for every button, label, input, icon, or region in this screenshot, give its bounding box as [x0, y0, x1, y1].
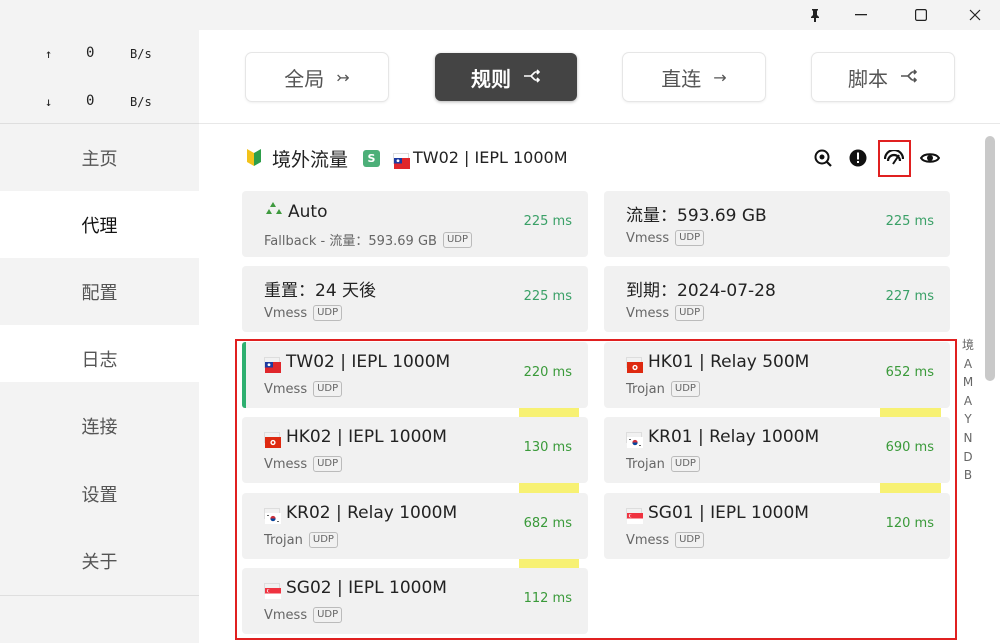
proxy-type: Vmess UDP	[264, 305, 343, 321]
title-bar	[0, 0, 1000, 30]
upload-speed-unit: B/s	[130, 47, 152, 61]
pin-icon[interactable]	[792, 0, 838, 30]
index-letter[interactable]: M	[961, 373, 975, 392]
proxy-name: 到期：2024-07-28	[626, 281, 776, 301]
sidebar-item-logs[interactable]: 日志	[0, 325, 199, 392]
main-panel: 全局 ↣ 规则 直连 → 脚本 境外流量 S TW02 | IEPL 1000M…	[199, 30, 1000, 643]
download-arrow-icon: ↓	[45, 95, 53, 109]
latency-value[interactable]: 227 ms	[886, 289, 934, 304]
proxy-type-text: Vmess	[626, 230, 670, 246]
mode-label: 脚本	[848, 66, 888, 91]
download-speed-unit: B/s	[130, 95, 152, 109]
mode-label: 规则	[471, 66, 511, 91]
beginner-leaf-icon	[246, 147, 262, 172]
annotation-box-speed-test	[878, 140, 911, 177]
latency-value[interactable]: 225 ms	[524, 214, 572, 229]
index-letter[interactable]: Y	[961, 410, 975, 429]
proxy-card-auto[interactable]: Auto Fallback - 流量：593.69 GB UDP 225 ms	[242, 191, 588, 257]
scrollbar-thumb[interactable]	[985, 136, 995, 381]
mode-label: 直连	[661, 66, 702, 91]
sidebar-item-connections[interactable]: 连接	[0, 392, 199, 459]
index-letter[interactable]: 境	[961, 336, 975, 355]
index-letter[interactable]: B	[961, 466, 975, 485]
udp-badge: UDP	[675, 230, 705, 246]
recycle-icon	[264, 201, 282, 222]
proxy-name: Auto	[264, 201, 327, 222]
proxy-name: 流量：593.69 GB	[626, 206, 767, 226]
traffic-speed-panel: ↑ 0 B/s ↓ 0 B/s	[0, 30, 199, 124]
proxy-card-reset[interactable]: 重置：24 天後 Vmess UDP 225 ms	[242, 266, 588, 332]
proxy-type: Vmess UDP	[626, 230, 705, 246]
mode-global-button[interactable]: 全局 ↣	[246, 53, 388, 101]
udp-badge: UDP	[313, 305, 343, 321]
proxy-card-traffic[interactable]: 流量：593.69 GB Vmess UDP 225 ms	[604, 191, 950, 257]
mode-selector: 全局 ↣ 规则 直连 → 脚本	[199, 30, 1000, 124]
proxy-name-text: Auto	[288, 201, 328, 222]
sidebar: 主页 代理 配置 日志 连接 设置 关于	[0, 124, 199, 643]
close-icon[interactable]	[952, 0, 998, 30]
index-letter[interactable]: N	[961, 429, 975, 448]
udp-badge: UDP	[675, 305, 705, 321]
minimize-icon[interactable]	[838, 0, 884, 30]
group-title: 境外流量	[272, 149, 349, 171]
proxy-type-text: Vmess	[626, 305, 670, 321]
download-speed: ↓ 0 B/s	[0, 93, 199, 115]
maximize-icon[interactable]	[898, 0, 944, 30]
index-letter[interactable]: D	[961, 448, 975, 467]
sidebar-item-home[interactable]: 主页	[0, 124, 199, 191]
latency-value[interactable]: 225 ms	[524, 289, 572, 304]
udp-badge: UDP	[442, 231, 472, 248]
download-speed-value: 0	[86, 93, 95, 109]
location-search-icon[interactable]	[812, 147, 834, 169]
sidebar-item-proxy[interactable]: 代理	[0, 191, 199, 258]
eye-icon[interactable]	[919, 147, 941, 169]
proxy-name: 重置：24 天後	[264, 281, 377, 301]
taiwan-flag-icon	[393, 153, 410, 169]
proxy-type-text: Fallback - 流量：593.69 GB	[264, 234, 437, 249]
group-type-badge: S	[363, 150, 380, 167]
index-letter[interactable]: A	[961, 355, 975, 374]
upload-arrow-icon: ↑	[45, 47, 53, 61]
mode-script-button[interactable]: 脚本	[812, 53, 954, 101]
proxy-type: Vmess UDP	[626, 305, 705, 321]
proxy-card-expiry[interactable]: 到期：2024-07-28 Vmess UDP 227 ms	[604, 266, 950, 332]
sidebar-divider	[0, 595, 199, 596]
latency-value[interactable]: 225 ms	[886, 214, 934, 229]
proxy-type: Fallback - 流量：593.69 GB UDP	[264, 230, 472, 249]
sidebar-item-profiles[interactable]: 配置	[0, 258, 199, 325]
mode-rule-button[interactable]: 规则	[435, 53, 577, 101]
global-arrow-icon: ↣	[336, 67, 350, 87]
mode-label: 全局	[284, 66, 325, 91]
annotation-box-proxy-list	[235, 339, 957, 640]
mode-direct-button[interactable]: 直连 →	[623, 53, 765, 101]
index-letter[interactable]: A	[961, 392, 975, 411]
rule-split-icon	[523, 68, 541, 87]
upload-speed-value: 0	[86, 45, 95, 61]
upload-speed: ↑ 0 B/s	[0, 45, 199, 67]
script-split-icon	[900, 68, 918, 87]
group-selected-proxy: TW02 | IEPL 1000M	[413, 148, 568, 167]
sidebar-item-settings[interactable]: 设置	[0, 460, 199, 527]
direct-arrow-icon: →	[713, 67, 727, 87]
alphabet-index[interactable]: 境 A M A Y N D B	[961, 336, 975, 485]
sidebar-item-about[interactable]: 关于	[0, 527, 199, 594]
alert-icon[interactable]	[847, 147, 869, 169]
proxy-type-text: Vmess	[264, 305, 308, 321]
